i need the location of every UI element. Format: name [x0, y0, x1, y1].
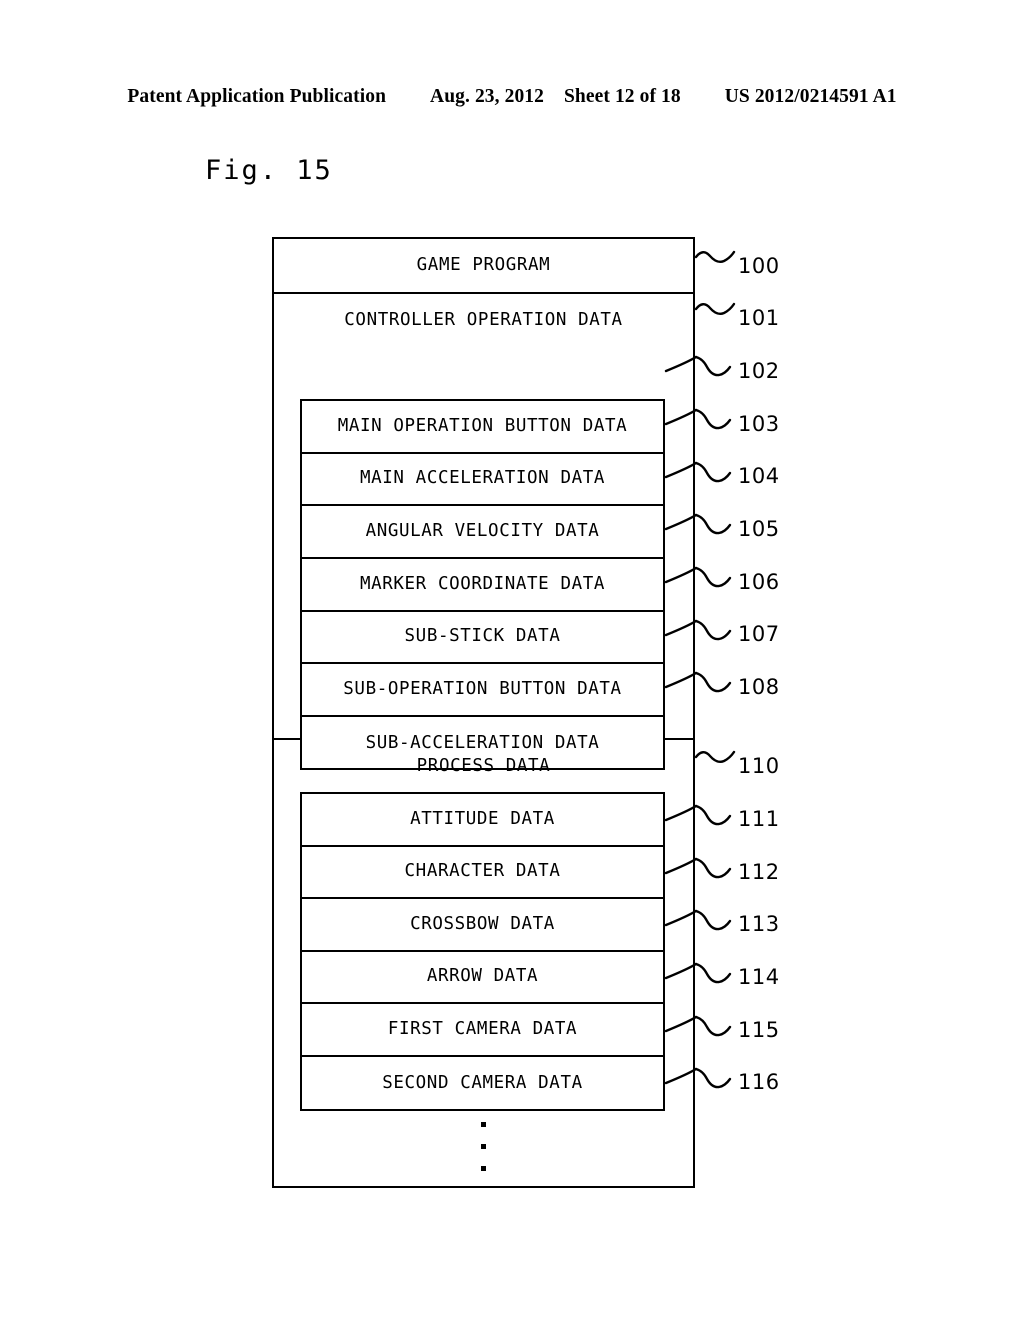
row-label: SECOND CAMERA DATA: [382, 1072, 583, 1093]
ref-numeral-115: 115: [738, 1018, 780, 1042]
row-label: ANGULAR VELOCITY DATA: [365, 520, 600, 541]
ref-numeral-112: 112: [738, 860, 780, 884]
block-game-program: GAME PROGRAM: [274, 239, 693, 294]
ref-numeral-101: 101: [738, 306, 780, 330]
row-marker-coordinate-data: MARKER COORDINATE DATA: [302, 559, 663, 612]
row-label: SUB-OPERATION BUTTON DATA: [343, 679, 622, 700]
ref-numeral-106: 106: [738, 570, 780, 594]
row-label: MAIN OPERATION BUTTON DATA: [337, 415, 628, 436]
ref-numeral-103: 103: [738, 412, 780, 436]
section-title: CONTROLLER OPERATION DATA: [274, 294, 693, 348]
ref-numeral-104: 104: [738, 464, 780, 488]
ref-numeral-108: 108: [738, 675, 780, 699]
row-second-camera-data: SECOND CAMERA DATA: [302, 1057, 663, 1110]
row-label: SUB-STICK DATA: [404, 626, 561, 647]
row-attitude-data: ATTITUDE DATA: [302, 794, 663, 847]
process-data-group: ATTITUDE DATA CHARACTER DATA CROSSBOW DA…: [300, 792, 665, 1111]
ref-numeral-107: 107: [738, 622, 780, 646]
ref-numeral-116: 116: [738, 1070, 780, 1094]
ref-numeral-113: 113: [738, 912, 780, 936]
memory-map-outer-box: GAME PROGRAM CONTROLLER OPERATION DATA M…: [272, 237, 695, 1188]
section-controller-operation-data: CONTROLLER OPERATION DATA MAIN OPERATION…: [274, 294, 693, 770]
row-sub-stick-data: SUB-STICK DATA: [302, 612, 663, 665]
row-angular-velocity-data: ANGULAR VELOCITY DATA: [302, 506, 663, 560]
section-process-data: PROCESS DATA ATTITUDE DATA CHARACTER DAT…: [274, 740, 693, 1187]
controller-operation-data-group: MAIN OPERATION BUTTON DATA MAIN ACCELERA…: [300, 399, 665, 770]
row-arrow-data: ARROW DATA: [302, 952, 663, 1005]
ref-numeral-105: 105: [738, 517, 780, 541]
row-main-acceleration-data: MAIN ACCELERATION DATA: [302, 454, 663, 507]
ref-numeral-100: 100: [738, 254, 780, 278]
figure-diagram: GAME PROGRAM CONTROLLER OPERATION DATA M…: [0, 0, 1024, 1320]
section-title-label: PROCESS DATA: [416, 755, 551, 776]
row-label: FIRST CAMERA DATA: [387, 1018, 578, 1039]
section-title: PROCESS DATA: [274, 740, 693, 793]
ref-numeral-110: 110: [738, 754, 780, 778]
row-label: ATTITUDE DATA: [410, 808, 555, 829]
row-label: CHARACTER DATA: [404, 861, 561, 882]
row-main-operation-button-data: MAIN OPERATION BUTTON DATA: [302, 401, 663, 454]
row-label: MAIN ACCELERATION DATA: [360, 468, 605, 489]
row-label: CROSSBOW DATA: [410, 913, 555, 934]
row-character-data: CHARACTER DATA: [302, 847, 663, 900]
row-first-camera-data: FIRST CAMERA DATA: [302, 1004, 663, 1057]
vertical-ellipsis-icon: [274, 1122, 693, 1171]
section-title-label: CONTROLLER OPERATION DATA: [344, 310, 623, 331]
row-label: ARROW DATA: [426, 966, 539, 987]
ref-numeral-102: 102: [738, 359, 780, 383]
row-sub-operation-button-data: SUB-OPERATION BUTTON DATA: [302, 664, 663, 718]
ref-numeral-111: 111: [738, 807, 780, 831]
row-crossbow-data: CROSSBOW DATA: [302, 899, 663, 952]
row-label: MARKER COORDINATE DATA: [360, 573, 605, 594]
block-label: GAME PROGRAM: [416, 254, 551, 275]
ref-numeral-114: 114: [738, 965, 780, 989]
